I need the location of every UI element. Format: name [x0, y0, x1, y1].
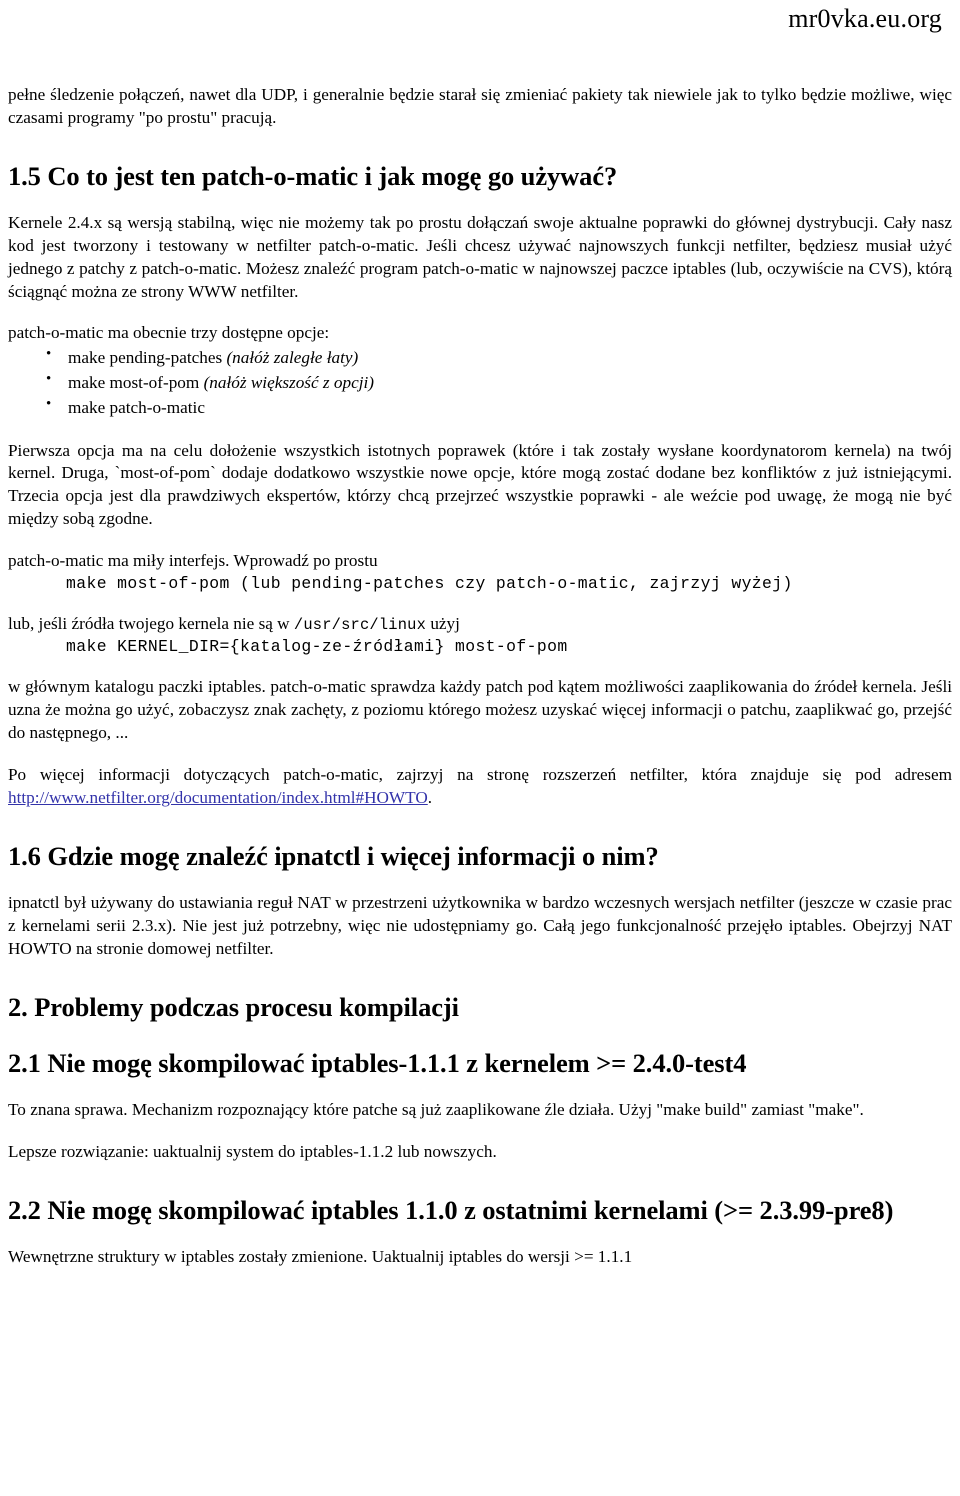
option-command: make pending-patches	[68, 348, 223, 368]
list-item: make patch-o-matic	[8, 394, 952, 420]
paragraph-lub-zrodla: lub, jeśli źródła twojego kernela nie są…	[8, 613, 952, 636]
list-item: make pending-patches (nałóż zaległe łaty…	[8, 344, 952, 370]
intro-paragraph: pełne śledzenie połączeń, nawet dla UDP,…	[8, 85, 952, 127]
header-spacer	[8, 32, 952, 84]
option-note: (nałóż zaległe łaty)	[226, 348, 359, 368]
heading-2-1: 2.1 Nie mogę skompilować iptables-1.1.1 …	[8, 1047, 747, 1078]
paragraph-lub-zrodla-post: użyj	[426, 614, 460, 634]
paragraph-ipnatctl: ipnatctl był używany do ustawiania reguł…	[8, 892, 952, 958]
code-block-kernel-dir: make KERNEL_DIR={katalog-ze-źródłami} mo…	[66, 637, 568, 657]
paragraph-lepsze-rozwiazanie: Lepsze rozwiązanie: uaktualnij system do…	[8, 1141, 497, 1161]
code-block-make-most-of-pom: make most-of-pom (lub pending-patches cz…	[66, 573, 793, 593]
option-note: (nałóż większość z opcji)	[203, 373, 374, 393]
option-command: make patch-o-matic	[68, 398, 205, 418]
paragraph-lub-zrodla-pre: lub, jeśli źródła twojego kernela nie są…	[8, 614, 294, 634]
paragraph-glowny-katalog: w głównym katalogu paczki iptables. patc…	[8, 677, 952, 743]
paragraph-znana-sprawa: To znana sprawa. Mechanizm rozpoznający …	[8, 1099, 864, 1119]
netfilter-documentation-link[interactable]: http://www.netfilter.org/documentation/i…	[8, 788, 428, 807]
paragraph-kernele: Kernele 2.4.x są wersją stabilną, więc n…	[8, 212, 952, 301]
paragraph-po-wiecej-pre: Po więcej informacji dotyczących patch-o…	[8, 765, 952, 785]
heading-1-5: 1.5 Co to jest ten patch-o-matic i jak m…	[8, 160, 618, 191]
options-list: make pending-patches (nałóż zaległe łaty…	[8, 344, 952, 420]
paragraph-po-wiecej: Po więcej informacji dotyczących patch-o…	[8, 764, 952, 810]
list-item: make most-of-pom (nałóż większość z opcj…	[8, 369, 952, 395]
heading-2-2: 2.2 Nie mogę skompilować iptables 1.1.0 …	[8, 1194, 894, 1225]
heading-2: 2. Problemy podczas procesu kompilacji	[8, 991, 459, 1022]
paragraph-interfejs: patch-o-matic ma miły interfejs. Wprowad…	[8, 551, 378, 571]
paragraph-po-wiecej-post: .	[427, 787, 433, 807]
option-command: make most-of-pom	[68, 373, 200, 393]
site-header-text: mr0vka.eu.org	[788, 4, 942, 33]
document-page: mr0vka.eu.org pełne śledzenie połączeń, …	[0, 0, 960, 1496]
inline-path-usr-src-linux: /usr/src/linux	[293, 616, 427, 635]
heading-1-6: 1.6 Gdzie mogę znaleźć ipnatctl i więcej…	[8, 840, 659, 871]
paragraph-wewnetrzne-struktury: Wewnętrzne struktury w iptables zostały …	[8, 1246, 633, 1266]
site-header: mr0vka.eu.org	[8, 0, 952, 32]
paragraph-opcje-intro: patch-o-matic ma obecnie trzy dostępne o…	[8, 323, 330, 343]
paragraph-pierwsza-opcja: Pierwsza opcja ma na celu dołożenie wszy…	[8, 440, 952, 529]
